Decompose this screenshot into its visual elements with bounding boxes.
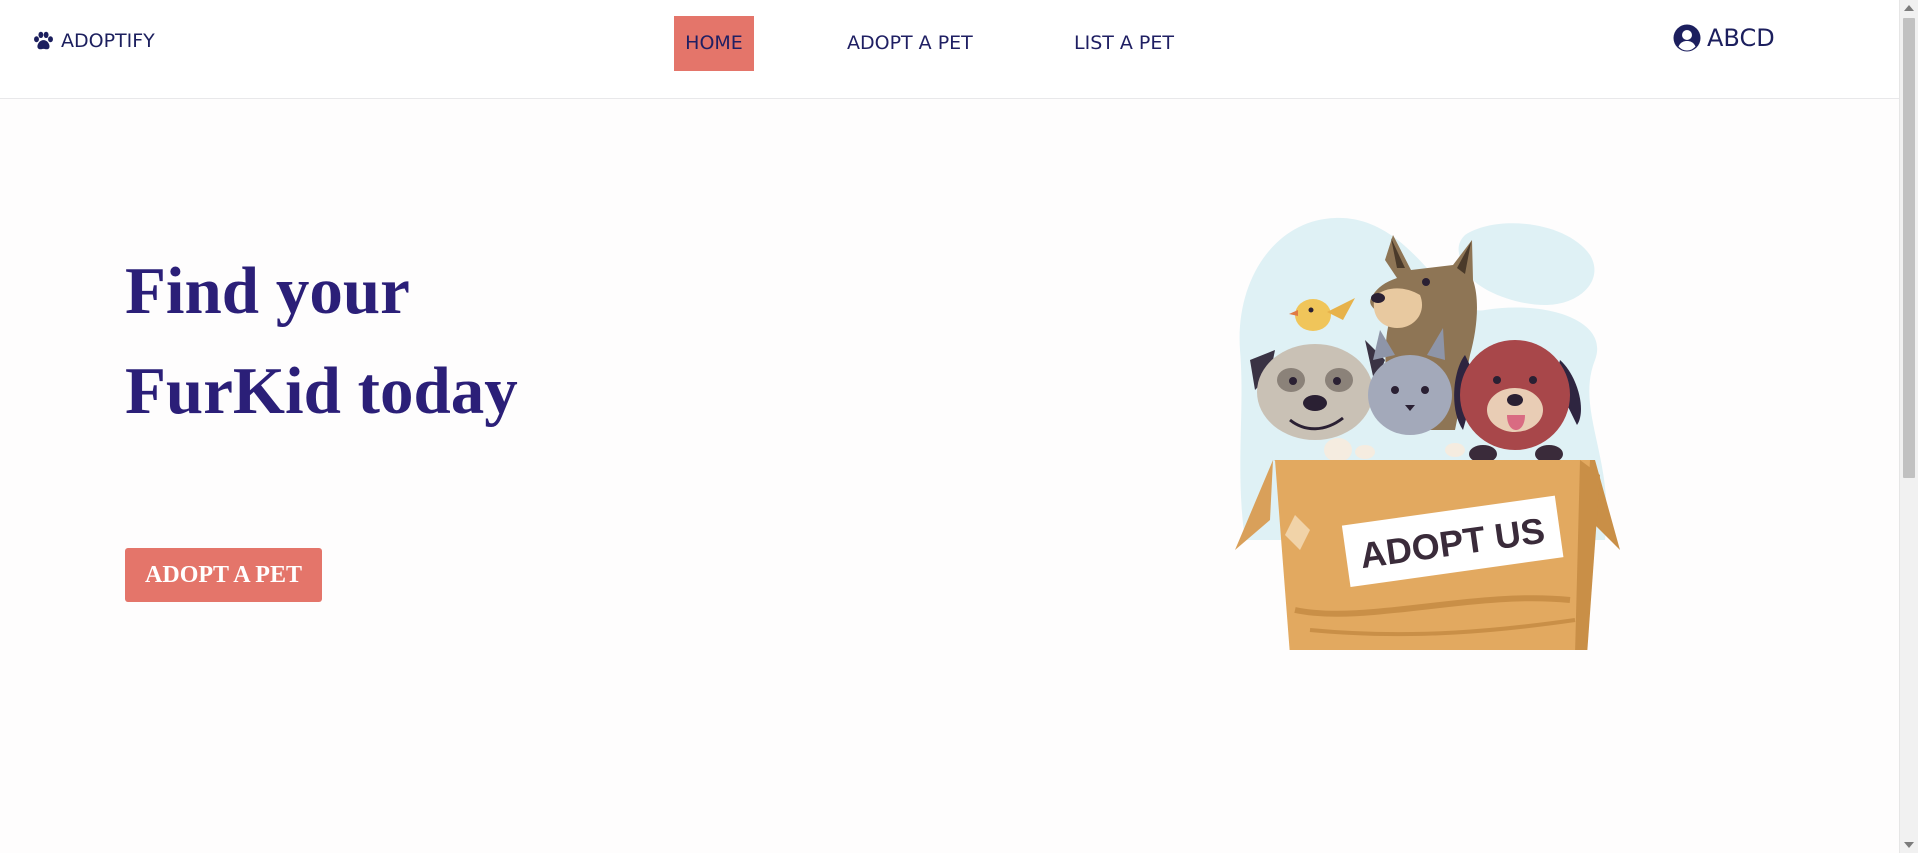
user-circle-icon (1673, 24, 1701, 52)
navbar: ADOPTIFY HOME ADOPT A PET LIST A PET ABC… (0, 0, 1899, 99)
adopt-a-pet-button[interactable]: ADOPT A PET (125, 548, 322, 602)
brand-name: ADOPTIFY (61, 30, 155, 52)
nav-adopt-a-pet[interactable]: ADOPT A PET (847, 16, 973, 71)
paw-icon (34, 31, 53, 50)
hero-title-line-1: Find your (125, 254, 410, 328)
hero-title: Find your FurKid today (125, 241, 518, 441)
page-scrollbar[interactable] (1899, 0, 1918, 853)
scroll-up-arrow-icon[interactable] (1904, 5, 1914, 11)
hero-title-line-2: FurKid today (125, 354, 518, 428)
pets-in-box-illustration: ADOPT US (1215, 210, 1635, 655)
scroll-down-arrow-icon[interactable] (1904, 842, 1914, 848)
landing-page: ADOPTIFY HOME ADOPT A PET LIST A PET ABC… (0, 0, 1899, 853)
scrollbar-thumb[interactable] (1903, 18, 1915, 478)
account-name: ABCD (1707, 24, 1775, 52)
account-menu[interactable]: ABCD (1673, 24, 1775, 52)
nav-list-a-pet[interactable]: LIST A PET (1074, 16, 1174, 71)
brand-logo[interactable]: ADOPTIFY (33, 30, 155, 52)
nav-home[interactable]: HOME (674, 16, 754, 71)
